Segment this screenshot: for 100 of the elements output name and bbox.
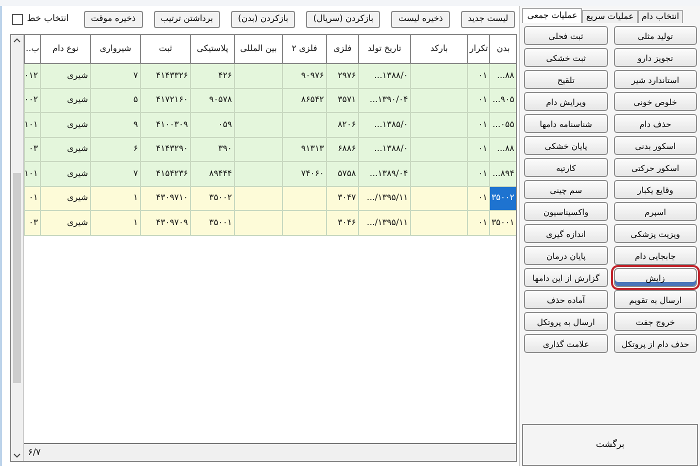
toolbar-button[interactable]: بازکردن (سریال) [306,10,380,28]
operation-button[interactable]: علامت گذاری [524,334,608,353]
operation-button[interactable]: گزارش از این دامها [524,268,608,287]
column-header[interactable]: بدن [489,35,516,63]
tab[interactable]: عملیات سریع [582,10,638,23]
table-cell: ۸۲۰۶ [326,113,358,136]
table-cell: ...۸۹۴ [489,162,516,186]
operation-button[interactable]: سم چینی [524,180,608,199]
table-row[interactable]: ۳۵۰۰۲ ۰۱ .../۱۳۹۵/۱۱ ۳۰۴۷ ۳۵۰۰۲ ۴۳۰۹۷۱۰ ۱ شیری ۰۱ [24,186,516,211]
operation-button[interactable]: واکسیناسیون [524,202,608,221]
operation-button[interactable]: زایش [614,268,697,287]
column-header[interactable]: بارکد [410,35,468,63]
operation-button[interactable]: شناسنامه دامها [524,114,608,133]
table-cell: ...۱۳۸۵/۰ [358,113,410,136]
column-header[interactable]: فلزی [326,35,358,63]
table-row[interactable]: ۳۵۰۰۱ ۰۱ .../۱۳۹۵/۱۱ ۳۰۴۶ ۳۵۰۰۱ ۴۳۰۹۷۰۹ ۱ شیری ۰۳ [24,211,516,236]
table-cell: ۵۷۵۸ [326,162,358,186]
table-cell: ۸۶۵۴۲ [282,88,326,112]
table-cell: ...۸۸ [489,138,516,161]
operation-button[interactable]: ثبت خشکی [524,48,608,67]
column-header[interactable]: فلزی ۲ [282,35,326,63]
operation-button[interactable]: اسکور بدنی [614,136,697,155]
table-cell: ...۸۸ [489,64,516,88]
operation-button[interactable]: اندازه گیری [524,224,608,243]
toolbar-button[interactable]: برداشتن ترتیب [154,10,220,28]
operation-button[interactable]: پایان خشکی [524,136,608,155]
operation-button[interactable]: تجویز دارو [614,48,697,67]
vertical-scrollbar[interactable] [11,35,24,461]
operation-button[interactable]: ثبت فحلی [524,26,608,45]
table-row[interactable]: ...۸۸ ۰۱ ...۱۳۸۸/۰ ۲۹۷۶ ۹۰۹۷۶ ۴۲۶ ۴۱۴۳۳۲۶ ۷ شیری ۰۱۲ [24,64,516,88]
record-count: ۶/۷ [28,448,41,458]
table-cell: ...۱۳۹۰/۰۴ [358,88,410,112]
operation-button[interactable]: جابجایی دام [614,246,697,265]
table-cell: ۰۱ [467,162,490,186]
scroll-down-icon[interactable] [13,453,21,459]
column-header[interactable]: تکرار [467,35,490,63]
table-cell: ۸۹۴۴۴ [190,162,234,186]
operation-button[interactable]: حذف دام از پروتکل [614,334,697,353]
table-cell: ۳۹۰ [190,138,234,161]
operation-button[interactable]: ارسال به پروتکل [524,312,608,331]
column-header[interactable]: نوع دام [40,35,90,63]
operation-button[interactable]: خروج جفت [614,312,697,331]
table-cell: ۷ [90,162,140,186]
operation-button[interactable]: تلقیح [524,70,608,89]
operation-button[interactable]: کارتیه [524,158,608,177]
operation-button[interactable]: اسکور حرکتی [614,158,697,177]
table-cell: شیری [40,162,90,186]
table-row[interactable]: ...۸۹۴ ۰۱ ...۱۳۸۹/۰۴ ۵۷۵۸ ۷۴۰۶۰ ۸۹۴۴۴ ۴۱۵۴۲۳۶ ۷ شیری ۱۰۱ [24,162,516,186]
toolbar-button[interactable]: بازکردن (بدن) [231,10,296,28]
operation-button[interactable]: تولید مثلی [614,26,697,45]
operation-button[interactable]: حذف دام [614,114,697,133]
table-cell: ۴۱۵۴۲۳۶ [140,162,190,186]
tab[interactable]: انتخاب دام [638,10,684,23]
column-header[interactable]: ب.. [24,35,40,63]
row-select-checkbox[interactable] [12,14,23,24]
table-cell: ۴۱۰۰۳۰۹ [140,113,190,136]
operation-button[interactable]: خلوص خونی [614,92,697,111]
table-cell: ۷ [90,64,140,88]
table-cell: ...۰۵۵ [489,113,516,136]
toolbar-button[interactable]: ذخیره موقت [84,10,143,28]
table-cell: ...۱۳۸۸/۰ [358,138,410,161]
table-cell: .../۱۳۹۵/۱۱ [358,186,410,210]
table-cell: شیری [40,186,90,210]
operation-button[interactable]: ویزیت پزشکی [614,224,697,243]
table-row[interactable]: ...۰۵۵ ۰۱ ...۱۳۸۵/۰ ۸۲۰۶ ۰۵۹ ۴۱۰۰۳۰۹ ۹ شیری ۱۰۱ [24,113,516,138]
table-cell: ...۱۳۸۸/۰ [358,64,410,88]
table-cell: ۹ [90,113,140,136]
table-cell: ۳۵۰۰۱ [190,211,234,234]
toolbar-button[interactable]: ذخیره لیست [391,10,450,28]
table-cell: شیری [40,138,90,161]
scroll-up-icon[interactable] [13,37,21,43]
column-header[interactable]: پلاستیکی [190,35,234,63]
table-row[interactable]: ...۹۰۵ ۰۱ ...۱۳۹۰/۰۴ ۳۵۷۱ ۸۶۵۴۲ ۹۰۵۷۸ ۴۱۷۲۱۶۰ ۵ شیری ۰۰۲ [24,88,516,113]
table-cell: ۱ [90,186,140,210]
column-header[interactable]: تاریخ تولد [358,35,410,63]
column-header[interactable]: شیرواری [90,35,140,63]
operation-button[interactable]: استاندارد شیر [614,70,697,89]
operation-button[interactable]: پایان درمان [524,246,608,265]
operation-button[interactable]: آماده حذف [524,290,608,309]
operation-button[interactable]: ویرایش دام [524,92,608,111]
table-cell: ۴۲۶ [190,64,234,88]
table-cell: ۴۳۰۹۷۱۰ [140,186,190,210]
back-button[interactable]: برگشت [522,424,698,466]
table-cell: ۰۱۲ [24,64,40,88]
table-cell: ۴۱۴۳۲۹۰ [140,138,190,161]
operation-button[interactable]: وقایع یکبار [614,180,697,199]
table-cell: ۶ [90,138,140,161]
table-cell: ۳۵۰۰۱ [489,211,516,234]
column-header[interactable]: بین المللی [234,35,282,63]
table-cell: .../۱۳۹۵/۱۱ [358,211,410,234]
table-row[interactable]: ...۸۸ ۰۱ ...۱۳۸۸/۰ ۶۸۸۶ ۹۱۳۱۳ ۳۹۰ ۴۱۴۳۲۹۰ ۶ شیری ۰۳ [24,138,516,162]
operation-button[interactable]: ارسال به تقویم [614,290,697,309]
table-cell: ۲۹۷۶ [326,64,358,88]
toolbar-button[interactable]: لیست جدید [460,10,516,28]
table-cell: ۰۵۹ [190,113,234,136]
table-cell: ۰۱ [467,211,490,234]
table-cell: ۹۱۳۱۳ [282,138,326,161]
operation-button[interactable]: اسپرم [614,202,697,221]
tab[interactable]: عملیات جمعی [522,8,582,23]
column-header[interactable]: ثبت [140,35,190,63]
